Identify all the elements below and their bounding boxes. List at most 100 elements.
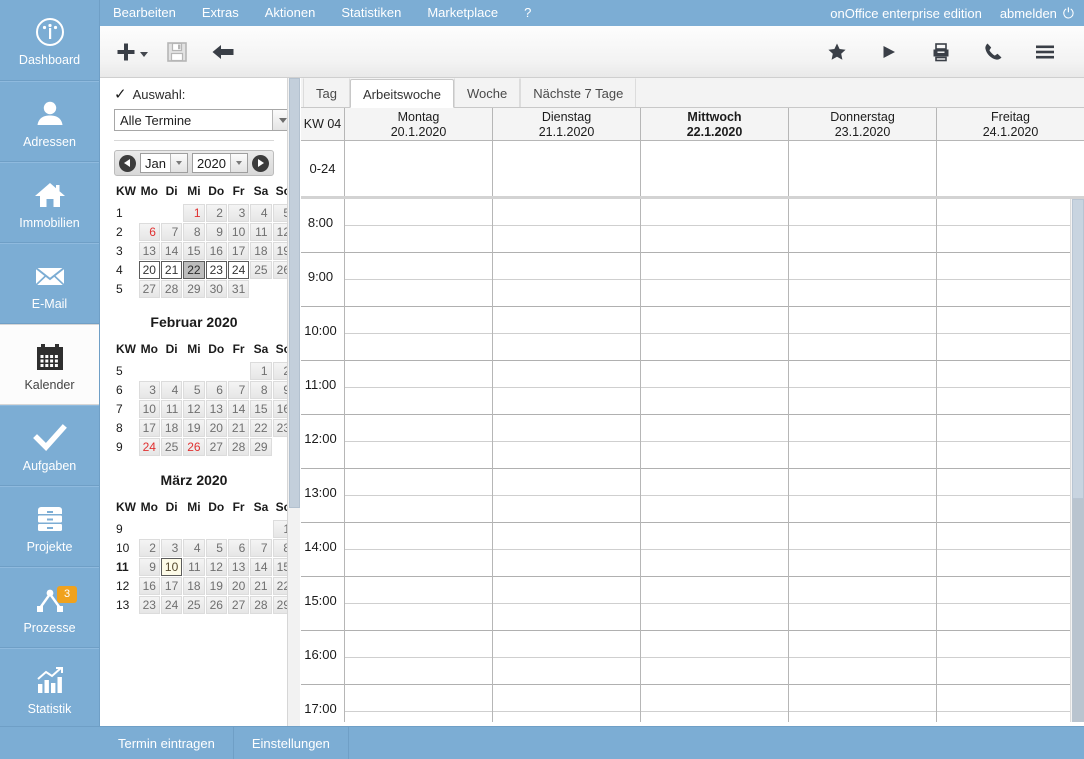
mini-calendar-day[interactable]: 15 [250, 400, 272, 418]
mini-calendar-day[interactable]: 14 [227, 400, 250, 418]
mini-calendar-day[interactable]: 1 [183, 204, 205, 222]
time-slot-cell[interactable] [641, 415, 788, 469]
time-slot-cell[interactable] [937, 199, 1084, 253]
back-button[interactable] [206, 33, 240, 71]
day-header[interactable]: Mittwoch 22.1.2020 [641, 108, 789, 140]
time-slot-cell[interactable] [493, 199, 640, 253]
mini-calendar-day[interactable]: 23 [205, 261, 227, 279]
menu-item-marketplace[interactable]: Marketplace [414, 0, 511, 26]
print-button[interactable] [924, 33, 958, 71]
mini-calendar-week-number[interactable]: 5 [115, 280, 138, 298]
mini-calendar-day[interactable]: 21 [160, 261, 183, 279]
mini-calendar-day[interactable]: 5 [205, 539, 227, 557]
time-slot-cell[interactable] [493, 685, 640, 722]
day-column-freitag[interactable] [937, 199, 1084, 722]
mini-calendar-week-number[interactable]: 7 [115, 400, 138, 418]
mini-calendar-day[interactable]: 6 [138, 223, 160, 241]
scrollbar-thumb[interactable] [1072, 499, 1084, 722]
time-slot-cell[interactable] [789, 469, 936, 523]
mini-calendar-day[interactable]: 27 [138, 280, 160, 298]
time-slot-cell[interactable] [789, 307, 936, 361]
mini-calendar-day[interactable]: 19 [205, 577, 227, 595]
time-slot-cell[interactable] [493, 523, 640, 577]
mini-calendar-day[interactable]: 7 [227, 381, 250, 399]
menu-item-aktionen[interactable]: Aktionen [252, 0, 329, 26]
tab-woche[interactable]: Woche [454, 78, 521, 107]
mini-calendar-week-number[interactable]: 2 [115, 223, 138, 241]
time-slot-cell[interactable] [937, 469, 1084, 523]
mini-calendar-day[interactable]: 4 [160, 381, 183, 399]
mini-calendar-week-number[interactable]: 8 [115, 419, 138, 437]
mini-calendar-week-number[interactable]: 9 [115, 520, 138, 538]
menu-item-statistiken[interactable]: Statistiken [328, 0, 414, 26]
month-select[interactable]: Jan [140, 153, 188, 173]
time-slot-cell[interactable] [345, 685, 492, 722]
day-column-montag[interactable] [345, 199, 493, 722]
mini-calendar-day[interactable]: 25 [160, 438, 183, 456]
sidebar-item-adressen[interactable]: Adressen [0, 81, 99, 162]
mini-calendar-day[interactable]: 29 [250, 438, 272, 456]
mini-calendar-week-number[interactable]: 1 [115, 204, 138, 222]
power-icon[interactable]: ⏻ [1063, 5, 1074, 22]
mini-calendar-day[interactable]: 20 [205, 419, 227, 437]
time-slot-cell[interactable] [937, 577, 1084, 631]
time-slot-cell[interactable] [937, 361, 1084, 415]
mini-calendar-day[interactable]: 13 [138, 242, 160, 260]
mini-calendar-week-number[interactable]: 10 [115, 539, 138, 557]
mini-calendar-day[interactable]: 30 [205, 280, 227, 298]
time-slot-cell[interactable] [641, 307, 788, 361]
grid-scrollbar[interactable] [1070, 199, 1084, 722]
mini-calendar-day[interactable]: 26 [205, 596, 227, 614]
mini-calendar-day[interactable]: 9 [205, 223, 227, 241]
mini-calendar-day[interactable]: 17 [227, 242, 250, 260]
sidebar-item-email[interactable]: E-Mail [0, 243, 99, 324]
time-slot-cell[interactable] [789, 685, 936, 722]
mini-calendar-day[interactable]: 24 [227, 261, 250, 279]
mini-calendar-week-number[interactable]: 3 [115, 242, 138, 260]
mini-calendar-day[interactable]: 21 [227, 419, 250, 437]
time-slot-cell[interactable] [641, 361, 788, 415]
menu-item-help[interactable]: ? [511, 0, 544, 26]
mini-calendar-day[interactable]: 18 [183, 577, 205, 595]
day-header[interactable]: Freitag 24.1.2020 [937, 108, 1084, 140]
mini-calendar-day[interactable]: 21 [250, 577, 272, 595]
mini-calendar-day[interactable]: 13 [205, 400, 227, 418]
mini-calendar-day[interactable]: 7 [250, 539, 272, 557]
mini-calendar-day[interactable]: 24 [160, 596, 183, 614]
time-slot-cell[interactable] [345, 415, 492, 469]
day-column-mittwoch[interactable] [641, 199, 789, 722]
time-slot-cell[interactable] [641, 469, 788, 523]
mini-calendar-day[interactable]: 19 [183, 419, 205, 437]
sidebar-item-kalender[interactable]: Kalender [0, 324, 99, 405]
time-slot-cell[interactable] [345, 523, 492, 577]
logout-link[interactable]: abmelden [1000, 6, 1057, 21]
time-slot-cell[interactable] [493, 307, 640, 361]
mini-calendar-day[interactable]: 11 [183, 558, 205, 576]
time-slot-cell[interactable] [789, 415, 936, 469]
all-day-cell[interactable] [345, 141, 493, 196]
mini-calendar-day[interactable]: 11 [160, 400, 183, 418]
time-slot-cell[interactable] [937, 523, 1084, 577]
day-header[interactable]: Dienstag 21.1.2020 [493, 108, 641, 140]
time-slot-cell[interactable] [493, 253, 640, 307]
mini-calendar-day[interactable]: 10 [227, 223, 250, 241]
mini-calendar-day[interactable]: 1 [250, 362, 272, 380]
mini-calendar-day[interactable]: 24 [138, 438, 160, 456]
tab-tag[interactable]: Tag [303, 78, 350, 107]
mini-calendar-day[interactable]: 20 [138, 261, 160, 279]
mini-calendar-week-number[interactable]: 6 [115, 381, 138, 399]
time-slot-cell[interactable] [789, 199, 936, 253]
mini-calendar-week-number[interactable]: 11 [115, 558, 138, 576]
time-slot-cell[interactable] [641, 577, 788, 631]
time-slot-cell[interactable] [641, 685, 788, 722]
all-day-cell[interactable] [937, 141, 1084, 196]
menu-item-bearbeiten[interactable]: Bearbeiten [100, 0, 189, 26]
play-button[interactable] [872, 33, 906, 71]
all-day-cell[interactable] [789, 141, 937, 196]
mini-calendar-day[interactable]: 17 [138, 419, 160, 437]
mini-calendar-day[interactable]: 17 [160, 577, 183, 595]
termin-filter-select[interactable]: Alle Termine [114, 109, 293, 131]
mini-calendar-day[interactable]: 28 [160, 280, 183, 298]
time-slot-cell[interactable] [345, 631, 492, 685]
mini-calendar-day[interactable]: 27 [227, 596, 250, 614]
